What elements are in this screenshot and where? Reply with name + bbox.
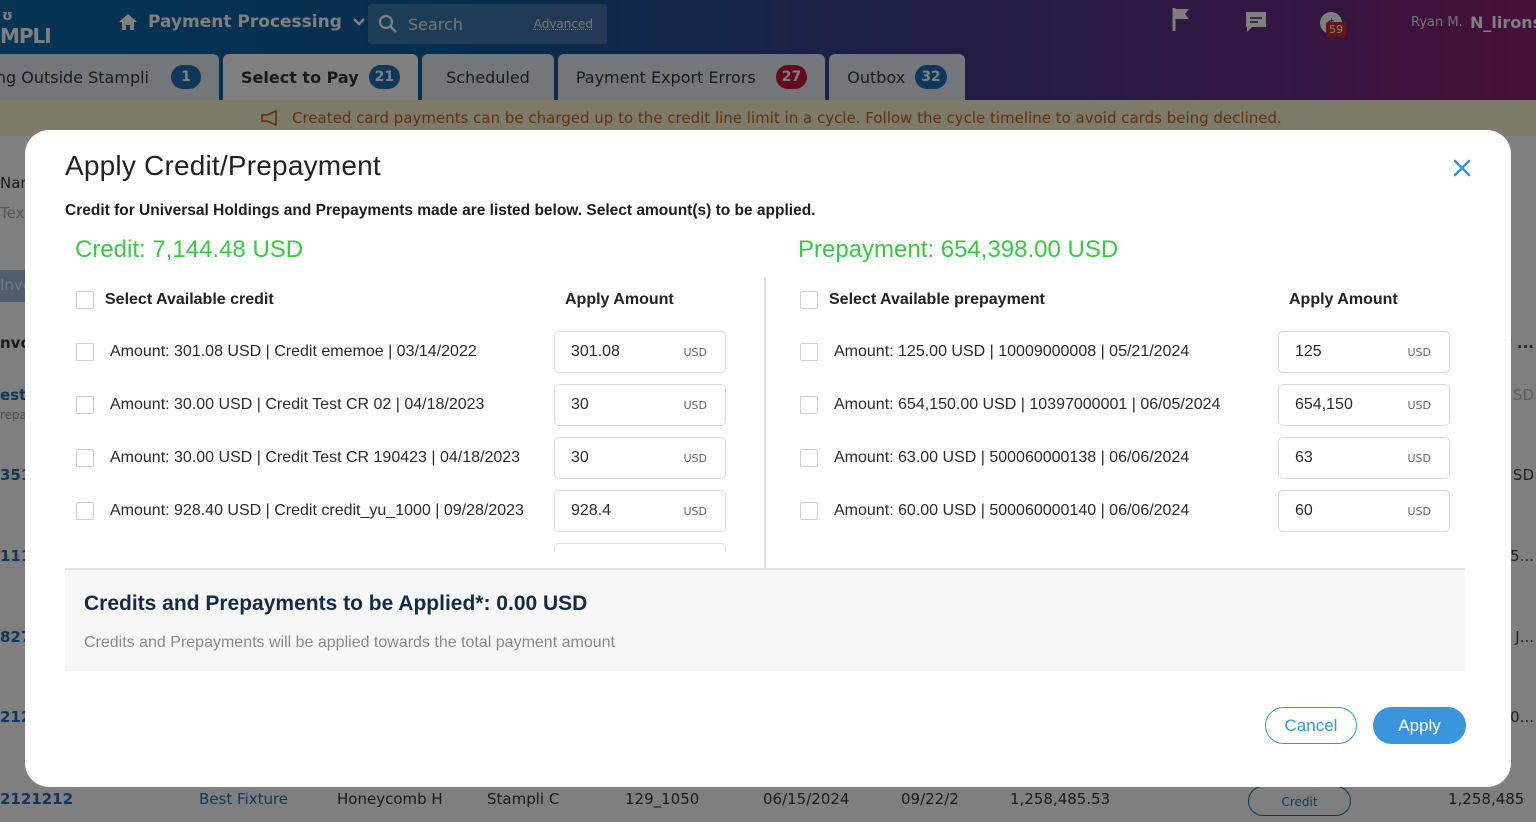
credit-item-text[interactable]: Amount: 301.08 USD | Credit ememoe | 03/…: [110, 343, 550, 361]
apply-amount-input[interactable]: [571, 343, 684, 361]
apply-amount-header: Apply Amount: [1289, 291, 1398, 308]
currency-label: USD: [1407, 398, 1431, 412]
credit-item-checkbox[interactable]: [76, 343, 94, 361]
prepayment-apply-amount-field[interactable]: USD: [1278, 331, 1450, 373]
prepayment-item-checkbox[interactable]: [800, 449, 818, 467]
currency-label: USD: [1407, 451, 1431, 465]
credit-item: Amount: 928.40 USD | Credit credit_yu_10…: [76, 490, 736, 532]
credit-item-text[interactable]: Amount: 30.00 USD | Credit Test CR 02 | …: [110, 396, 550, 414]
prepayment-item-text[interactable]: Amount: 125.00 USD | 10009000008 | 05/21…: [834, 343, 1274, 361]
applied-summary: Credits and Prepayments to be Applied*: …: [65, 568, 1465, 671]
currency-label: USD: [1407, 345, 1431, 359]
credit-apply-amount-field[interactable]: USD: [554, 437, 726, 479]
apply-amount-input[interactable]: [1295, 502, 1408, 520]
credit-item-text[interactable]: Amount: 30.00 USD | Credit Test CR 19042…: [110, 449, 550, 467]
credit-item-checkbox[interactable]: [76, 502, 94, 520]
applied-total: Credits and Prepayments to be Applied*: …: [84, 592, 588, 615]
prepayment-item-checkbox[interactable]: [800, 396, 818, 414]
credit-section: Credit: 7,144.48 USD Select Available cr…: [65, 230, 765, 551]
apply-credit-prepayment-dialog: Apply Credit/Prepayment Credit for Unive…: [25, 130, 1511, 787]
currency-label: USD: [683, 451, 707, 465]
prepayment-apply-amount-field[interactable]: USD: [1278, 490, 1450, 532]
prepayment-section: Prepayment: 654,398.00 USD Select Availa…: [789, 230, 1489, 532]
credit-item-checkbox[interactable]: [76, 396, 94, 414]
prepayment-item-checkbox[interactable]: [800, 502, 818, 520]
credit-item: Amount: 301.08 USD | Credit ememoe | 03/…: [76, 331, 736, 373]
prepayment-header-row: Select Available prepayment Apply Amount: [800, 288, 1460, 312]
prepayment-total: Prepayment: 654,398.00 USD: [798, 236, 1119, 263]
prepayment-apply-amount-field[interactable]: USD: [1278, 384, 1450, 426]
select-all-credit-checkbox[interactable]: [76, 291, 94, 309]
credit-total: Credit: 7,144.48 USD: [75, 236, 304, 263]
apply-amount-header: Apply Amount: [565, 291, 674, 308]
prepayment-item: Amount: 125.00 USD | 10009000008 | 05/21…: [800, 331, 1460, 373]
credit-item: Amount: 30.00 USD | Credit Test CR 19042…: [76, 437, 736, 479]
apply-amount-input[interactable]: [1295, 449, 1408, 467]
currency-label: USD: [1407, 504, 1431, 518]
prepayment-item: Amount: 654,150.00 USD | 10397000001 | 0…: [800, 384, 1460, 426]
apply-button[interactable]: Apply: [1373, 707, 1466, 744]
cancel-button[interactable]: Cancel: [1265, 707, 1357, 744]
select-all-prepayment-checkbox[interactable]: [800, 291, 818, 309]
credit-item-text[interactable]: Amount: 928.40 USD | Credit credit_yu_10…: [110, 502, 550, 520]
select-all-prepayment-label[interactable]: Select Available prepayment: [829, 291, 1045, 309]
currency-label: USD: [683, 504, 707, 518]
apply-amount-input[interactable]: [1295, 396, 1408, 414]
apply-amount-input[interactable]: [1295, 343, 1408, 361]
credit-apply-amount-field[interactable]: USD: [554, 384, 726, 426]
prepayment-item-checkbox[interactable]: [800, 343, 818, 361]
apply-amount-input[interactable]: [571, 502, 684, 520]
currency-label: USD: [683, 398, 707, 412]
column-divider: [764, 277, 766, 568]
dialog-subtitle: Credit for Universal Holdings and Prepay…: [65, 202, 816, 219]
close-icon[interactable]: [1450, 156, 1474, 180]
credit-apply-amount-field[interactable]: USD: [554, 331, 726, 373]
currency-label: USD: [683, 345, 707, 359]
next-credit-field-partial: [554, 543, 726, 551]
credit-item-checkbox[interactable]: [76, 449, 94, 467]
credit-apply-amount-field[interactable]: USD: [554, 490, 726, 532]
prepayment-item-text[interactable]: Amount: 60.00 USD | 500060000140 | 06/06…: [834, 502, 1274, 520]
applied-note: Credits and Prepayments will be applied …: [84, 634, 615, 651]
dialog-title: Apply Credit/Prepayment: [65, 150, 381, 181]
prepayment-item-text[interactable]: Amount: 654,150.00 USD | 10397000001 | 0…: [834, 396, 1274, 414]
credit-item: Amount: 30.00 USD | Credit Test CR 02 | …: [76, 384, 736, 426]
credit-header-row: Select Available credit Apply Amount: [76, 288, 736, 312]
prepayment-item: Amount: 60.00 USD | 500060000140 | 06/06…: [800, 490, 1460, 532]
apply-amount-input[interactable]: [571, 396, 684, 414]
prepayment-apply-amount-field[interactable]: USD: [1278, 437, 1450, 479]
prepayment-item: Amount: 63.00 USD | 500060000138 | 06/06…: [800, 437, 1460, 479]
select-all-credit-label[interactable]: Select Available credit: [105, 291, 274, 309]
apply-amount-input[interactable]: [571, 449, 684, 467]
prepayment-item-text[interactable]: Amount: 63.00 USD | 500060000138 | 06/06…: [834, 449, 1274, 467]
